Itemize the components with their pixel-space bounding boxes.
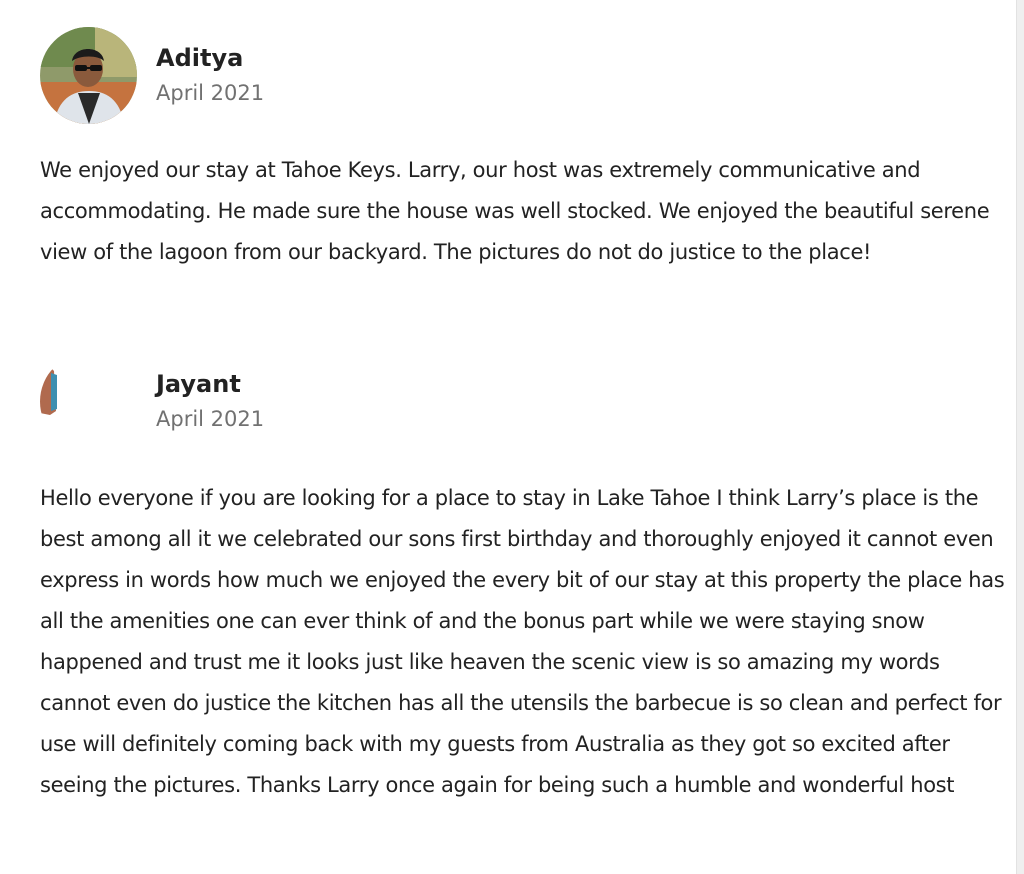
review-text: Hello everyone if you are looking for a … <box>40 486 1005 797</box>
review-text: We enjoyed our stay at Tahoe Keys. Larry… <box>40 158 990 264</box>
user-photo-avatar-icon <box>40 353 137 450</box>
review-date: April 2021 <box>156 81 265 105</box>
reviewer-name: Aditya <box>156 44 244 72</box>
reviewer-name: Jayant <box>156 370 241 398</box>
reviewer-avatar[interactable] <box>40 353 137 450</box>
scrollbar-track[interactable] <box>1016 0 1024 874</box>
review-date: April 2021 <box>156 407 265 431</box>
reviewer-avatar[interactable] <box>40 27 137 124</box>
user-photo-avatar-icon <box>40 27 137 124</box>
